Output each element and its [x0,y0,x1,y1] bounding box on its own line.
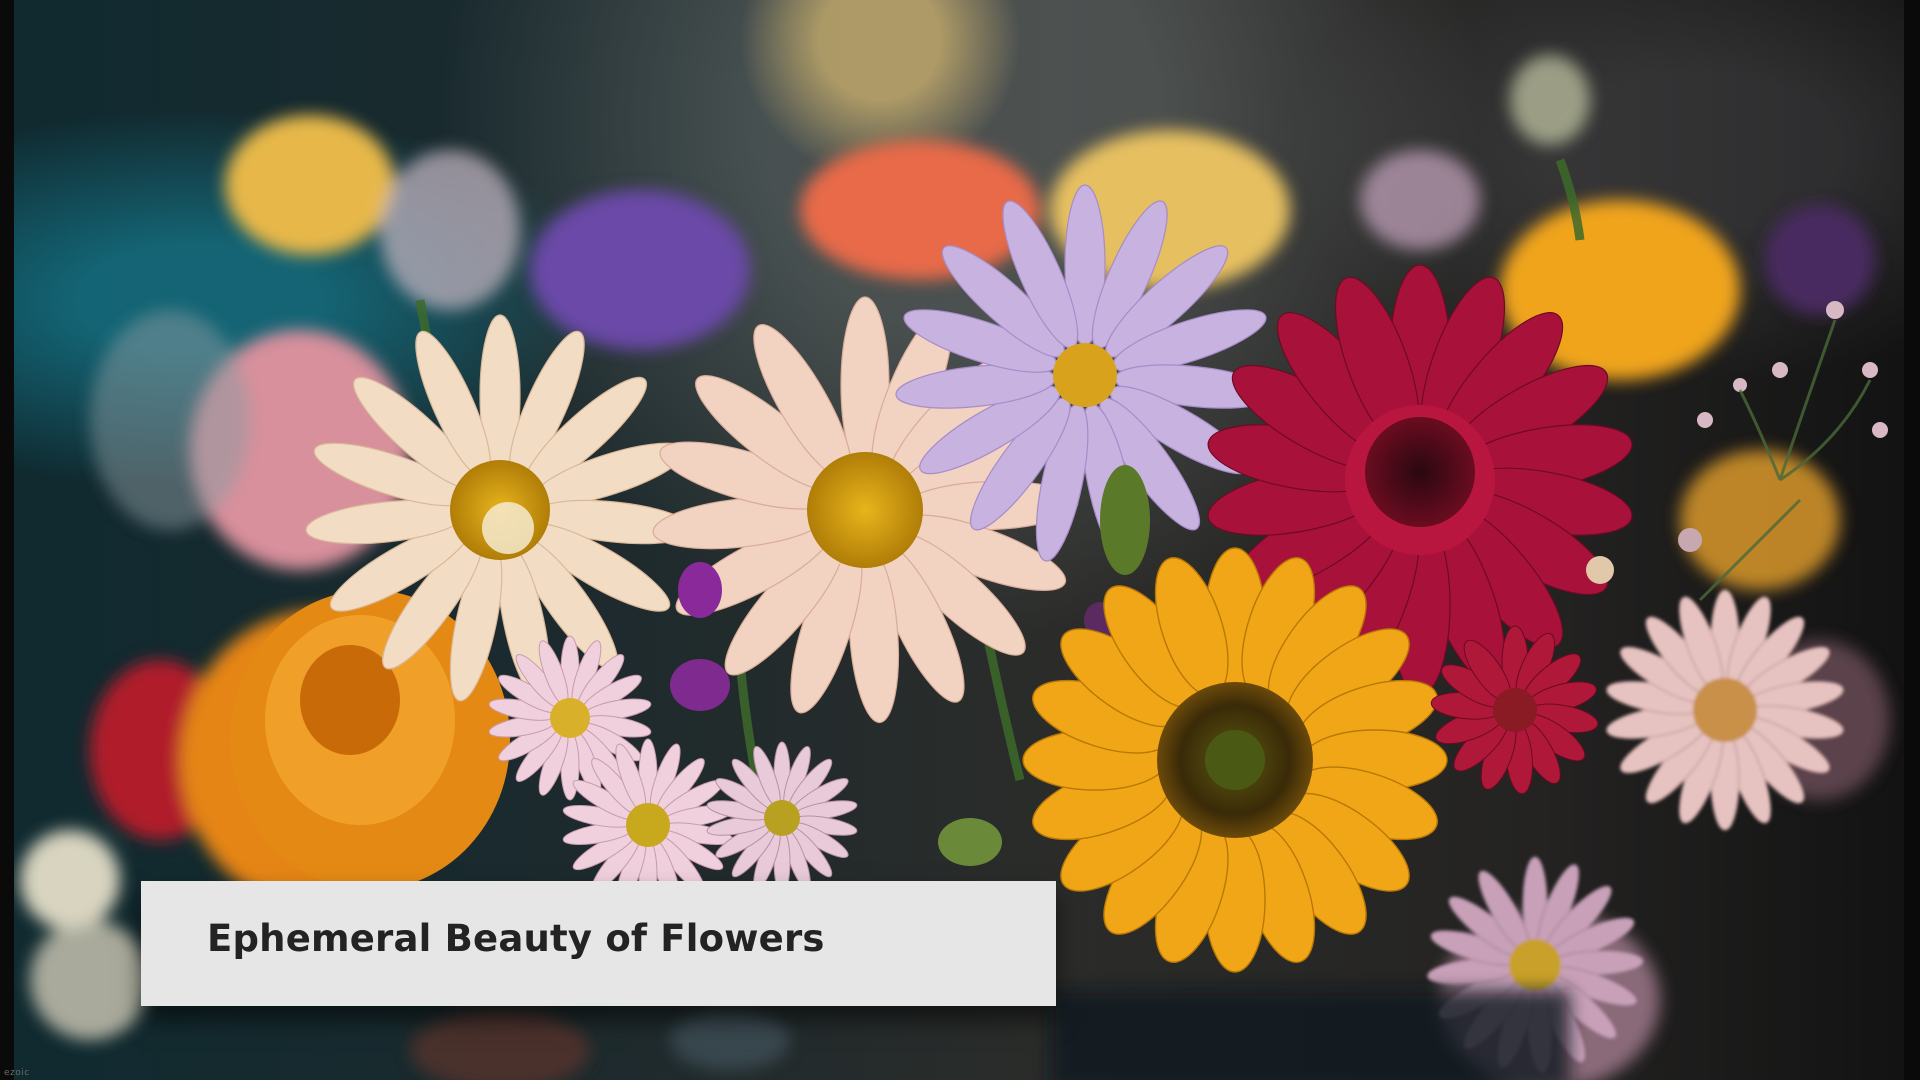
frame-border-left [0,0,14,1080]
small-pink-daisy [706,741,858,895]
watermark: ezoic [4,1068,30,1078]
frame-border-right [1904,0,1920,1080]
caption-box: Ephemeral Beauty of Flowers [141,881,1056,1006]
caption-title: Ephemeral Beauty of Flowers [207,917,825,960]
video-frame: Ephemeral Beauty of Flowers ezoic [0,0,1920,1080]
